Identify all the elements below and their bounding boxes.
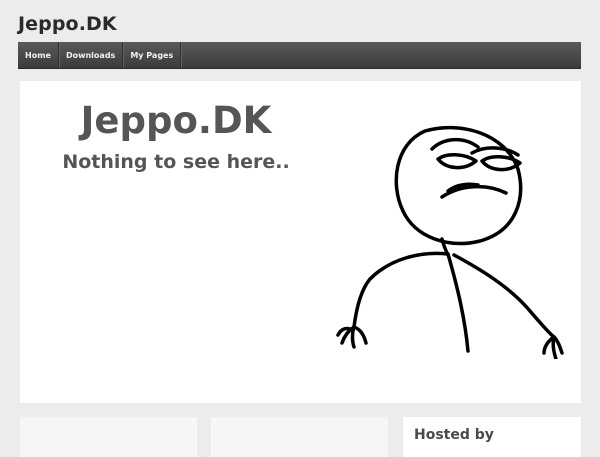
meme-face-illustration xyxy=(336,125,564,359)
hosted-by-widget: Hosted by xyxy=(403,417,581,457)
nav-item-downloads[interactable]: Downloads xyxy=(59,42,124,68)
hero-title: Jeppo.DK xyxy=(80,99,272,142)
hero-section: Jeppo.DK Nothing to see here.. xyxy=(20,81,581,403)
nav-item-home[interactable]: Home xyxy=(18,42,59,68)
footer-widget-1 xyxy=(20,417,197,457)
hero-subtitle: Nothing to see here.. xyxy=(62,151,290,173)
hosted-by-title: Hosted by xyxy=(414,427,494,443)
site-title-link[interactable]: Jeppo.DK xyxy=(18,13,117,35)
nav-item-my-pages[interactable]: My Pages xyxy=(123,42,182,68)
main-navigation: Home Downloads My Pages xyxy=(18,42,581,69)
footer-widget-2 xyxy=(211,417,388,457)
